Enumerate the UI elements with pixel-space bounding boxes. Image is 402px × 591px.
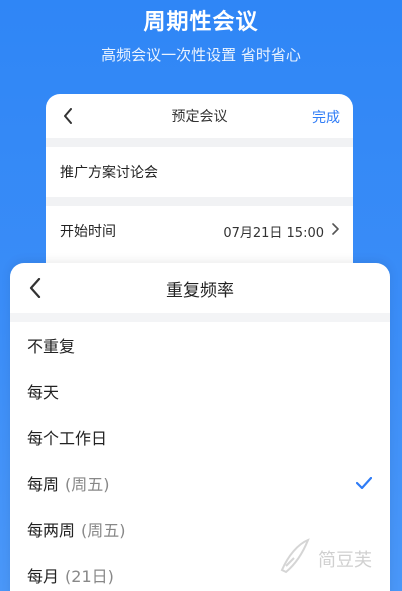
divider (10, 313, 390, 322)
start-time-label: 开始时间 (60, 224, 116, 240)
booking-title: 预定会议 (171, 109, 228, 125)
option-detail: (周五) (81, 521, 126, 540)
repeat-frequency-sheet: 重复频率 不重复 每天 每个工作日 每周 (周五) 每两周 (周五) 每月 (2… (10, 263, 390, 591)
chevron-right-icon (332, 223, 339, 239)
option-daily[interactable]: 每天 (10, 368, 390, 414)
option-label: 每个工作日 (27, 429, 108, 448)
chevron-left-icon[interactable] (24, 277, 46, 299)
watermark-logo-icon (274, 536, 314, 581)
option-weekdays[interactable]: 每个工作日 (10, 414, 390, 460)
meeting-name: 推广方案讨论会 (60, 165, 158, 181)
hero-title: 周期性会议 (143, 10, 259, 35)
sheet-title: 重复频率 (166, 280, 234, 301)
divider (46, 197, 353, 206)
watermark: 简豆芙 (274, 536, 372, 581)
option-label: 每两周 (27, 521, 76, 540)
hero-subtitle: 高频会议一次性设置 省时省心 (101, 46, 301, 64)
sheet-header: 重复频率 (10, 263, 390, 313)
meeting-name-field[interactable]: 推广方案讨论会 (46, 147, 353, 197)
option-no-repeat[interactable]: 不重复 (10, 322, 390, 368)
option-label: 每周 (27, 475, 60, 494)
start-time-row[interactable]: 开始时间 07月21日 15:00 (46, 206, 353, 256)
booking-header: 预定会议 完成 (46, 94, 353, 138)
start-time-value: 07月21日 15:00 (223, 225, 324, 241)
option-detail: (周五) (65, 475, 110, 494)
divider (46, 138, 353, 147)
option-label: 每月 (27, 567, 60, 586)
option-label: 不重复 (27, 337, 76, 356)
watermark-text: 简豆芙 (318, 549, 372, 571)
chevron-left-icon[interactable] (58, 106, 78, 126)
check-icon (355, 474, 373, 493)
option-label: 每天 (27, 383, 60, 402)
done-button[interactable]: 完成 (312, 107, 340, 127)
option-detail: (21日) (65, 567, 114, 586)
option-weekly[interactable]: 每周 (周五) (10, 460, 390, 506)
